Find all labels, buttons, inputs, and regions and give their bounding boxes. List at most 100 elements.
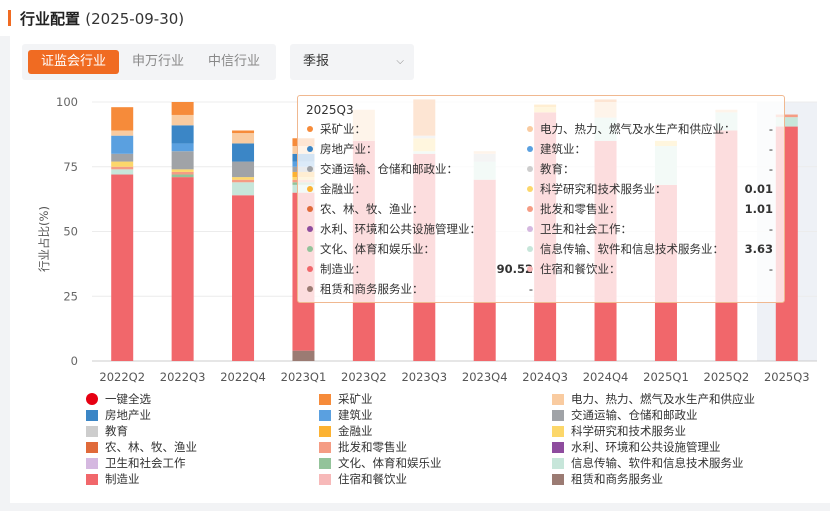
- bar-segment[interactable]: [232, 143, 255, 162]
- bar-segment[interactable]: [232, 133, 255, 144]
- select-all-icon: [86, 393, 98, 405]
- tooltip-row: 信息传输、软件和信息技术服务业： 3.63: [527, 239, 773, 259]
- tooltip-row: 建筑业： -: [527, 139, 773, 159]
- legend-swatch-icon: [86, 410, 98, 421]
- legend-label: 制造业: [105, 472, 140, 486]
- tooltip-dot-icon: [307, 226, 313, 232]
- legend-label: 房地产业: [105, 408, 151, 422]
- y-tick-label: 50: [63, 225, 78, 239]
- tooltip-dot-icon: [527, 146, 533, 152]
- bar-segment[interactable]: [232, 179, 255, 183]
- legend-label: 住宿和餐饮业: [338, 472, 407, 486]
- legend-swatch-icon: [86, 458, 98, 469]
- tooltip-dot-icon: [307, 266, 313, 272]
- legend-swatch-icon: [552, 410, 564, 421]
- tooltip-row: 金融业：-: [307, 179, 533, 199]
- bar-segment[interactable]: [171, 114, 194, 126]
- legend-label: 批发和零售业: [338, 440, 407, 454]
- chart-tooltip: 2025Q3 采矿业：-房地产业：-交通运输、仓储和邮政业：-金融业：-农、林、…: [297, 95, 785, 303]
- legend-swatch-icon: [86, 426, 98, 437]
- bar-segment[interactable]: [111, 135, 134, 154]
- tooltip-dot-icon: [307, 246, 313, 252]
- tooltip-industry-name: 批发和零售业：: [540, 202, 621, 216]
- bar-segment[interactable]: [111, 130, 134, 136]
- bar-segment[interactable]: [111, 166, 134, 170]
- tooltip-value: 3.63: [744, 242, 773, 256]
- x-tick-label: 2025Q3: [764, 370, 810, 384]
- tooltip-dot-icon: [527, 226, 533, 232]
- legend-swatch-icon: [319, 458, 331, 469]
- bar-segment[interactable]: [171, 125, 194, 144]
- bar-segment[interactable]: [111, 107, 134, 131]
- tooltip-dot-icon: [307, 286, 313, 292]
- bar-segment[interactable]: [171, 174, 194, 178]
- tooltip-row: 住宿和餐饮业： -: [527, 259, 773, 279]
- bar-segment[interactable]: [111, 174, 134, 361]
- tooltip-title: 2025Q3: [306, 103, 354, 117]
- bar-segment[interactable]: [292, 350, 315, 361]
- bar-segment[interactable]: [171, 102, 194, 115]
- legend-label: 卫生和社会工作: [105, 456, 186, 470]
- x-tick-label: 2022Q2: [99, 370, 145, 384]
- legend-swatch-icon: [552, 458, 564, 469]
- tooltip-dot-icon: [307, 126, 313, 132]
- tooltip-dot-icon: [307, 166, 313, 172]
- y-tick-label: 75: [63, 160, 78, 174]
- legend-label: 交通运输、仓储和邮政业: [571, 408, 698, 422]
- legend-label: 一键全选: [105, 392, 151, 406]
- bar-segment[interactable]: [232, 182, 255, 196]
- tooltip-value: -: [768, 142, 773, 156]
- bar-segment[interactable]: [171, 169, 194, 172]
- legend-label: 电力、热力、燃气及水生产和供应业: [571, 392, 755, 406]
- legend-label: 教育: [105, 424, 128, 438]
- legend-swatch-icon: [319, 426, 331, 437]
- legend-swatch-icon: [86, 474, 98, 485]
- legend-swatch-icon: [319, 442, 331, 453]
- tooltip-industry-name: 电力、热力、燃气及水生产和供应业：: [540, 122, 736, 136]
- tooltip-industry-name: 金融业：: [320, 182, 366, 196]
- x-tick-label: 2022Q4: [220, 370, 266, 384]
- legend-swatch-icon: [86, 442, 98, 453]
- bar-segment[interactable]: [232, 195, 255, 361]
- tooltip-industry-name: 教育：: [540, 162, 575, 176]
- bar-segment[interactable]: [232, 161, 255, 178]
- legend-swatch-icon: [552, 474, 564, 485]
- bar-segment[interactable]: [171, 171, 194, 175]
- bar-segment[interactable]: [111, 169, 134, 175]
- legend-label: 科学研究和技术服务业: [571, 424, 686, 438]
- tooltip-row: 制造业： 90.52: [307, 259, 533, 279]
- tooltip-row: 采矿业：-: [307, 119, 533, 139]
- tooltip-row: 房地产业：-: [307, 139, 533, 159]
- tooltip-dot-icon: [527, 266, 533, 272]
- tooltip-dot-icon: [527, 246, 533, 252]
- legend-swatch-icon: [552, 442, 564, 453]
- bar-segment[interactable]: [171, 177, 194, 361]
- tooltip-industry-name: 租赁和商务服务业：: [320, 282, 424, 296]
- tooltip-dot-icon: [307, 146, 313, 152]
- legend-swatch-icon: [319, 410, 331, 421]
- x-tick-label: 2025Q1: [643, 370, 689, 384]
- legend-label: 租赁和商务服务业: [571, 472, 663, 486]
- x-tick-label: 2023Q1: [281, 370, 327, 384]
- tooltip-row: 水利、环境和公共设施管理业：-: [307, 219, 533, 239]
- legend-swatch-icon: [319, 394, 331, 405]
- tooltip-dot-icon: [527, 166, 533, 172]
- tooltip-industry-name: 文化、体育和娱乐业：: [320, 242, 435, 256]
- legend-swatch-icon: [552, 394, 564, 405]
- tooltip-industry-name: 科学研究和技术服务业：: [540, 182, 667, 196]
- tooltip-industry-name: 住宿和餐饮业：: [540, 262, 621, 276]
- legend-label: 信息传输、软件和信息技术服务业: [571, 456, 744, 470]
- legend-label: 采矿业: [338, 392, 373, 406]
- bar-segment[interactable]: [232, 130, 255, 134]
- tooltip-value: -: [528, 282, 533, 296]
- bar-segment[interactable]: [232, 177, 255, 180]
- x-tick-label: 2025Q2: [704, 370, 750, 384]
- tooltip-value: -: [768, 262, 773, 276]
- x-tick-label: 2024Q3: [522, 370, 568, 384]
- tooltip-row: 文化、体育和娱乐业：-: [307, 239, 533, 259]
- legend-label: 水利、环境和公共设施管理业: [571, 440, 721, 454]
- bar-segment[interactable]: [111, 153, 134, 162]
- bar-segment[interactable]: [111, 161, 134, 167]
- bar-segment[interactable]: [171, 143, 194, 152]
- bar-segment[interactable]: [171, 151, 194, 170]
